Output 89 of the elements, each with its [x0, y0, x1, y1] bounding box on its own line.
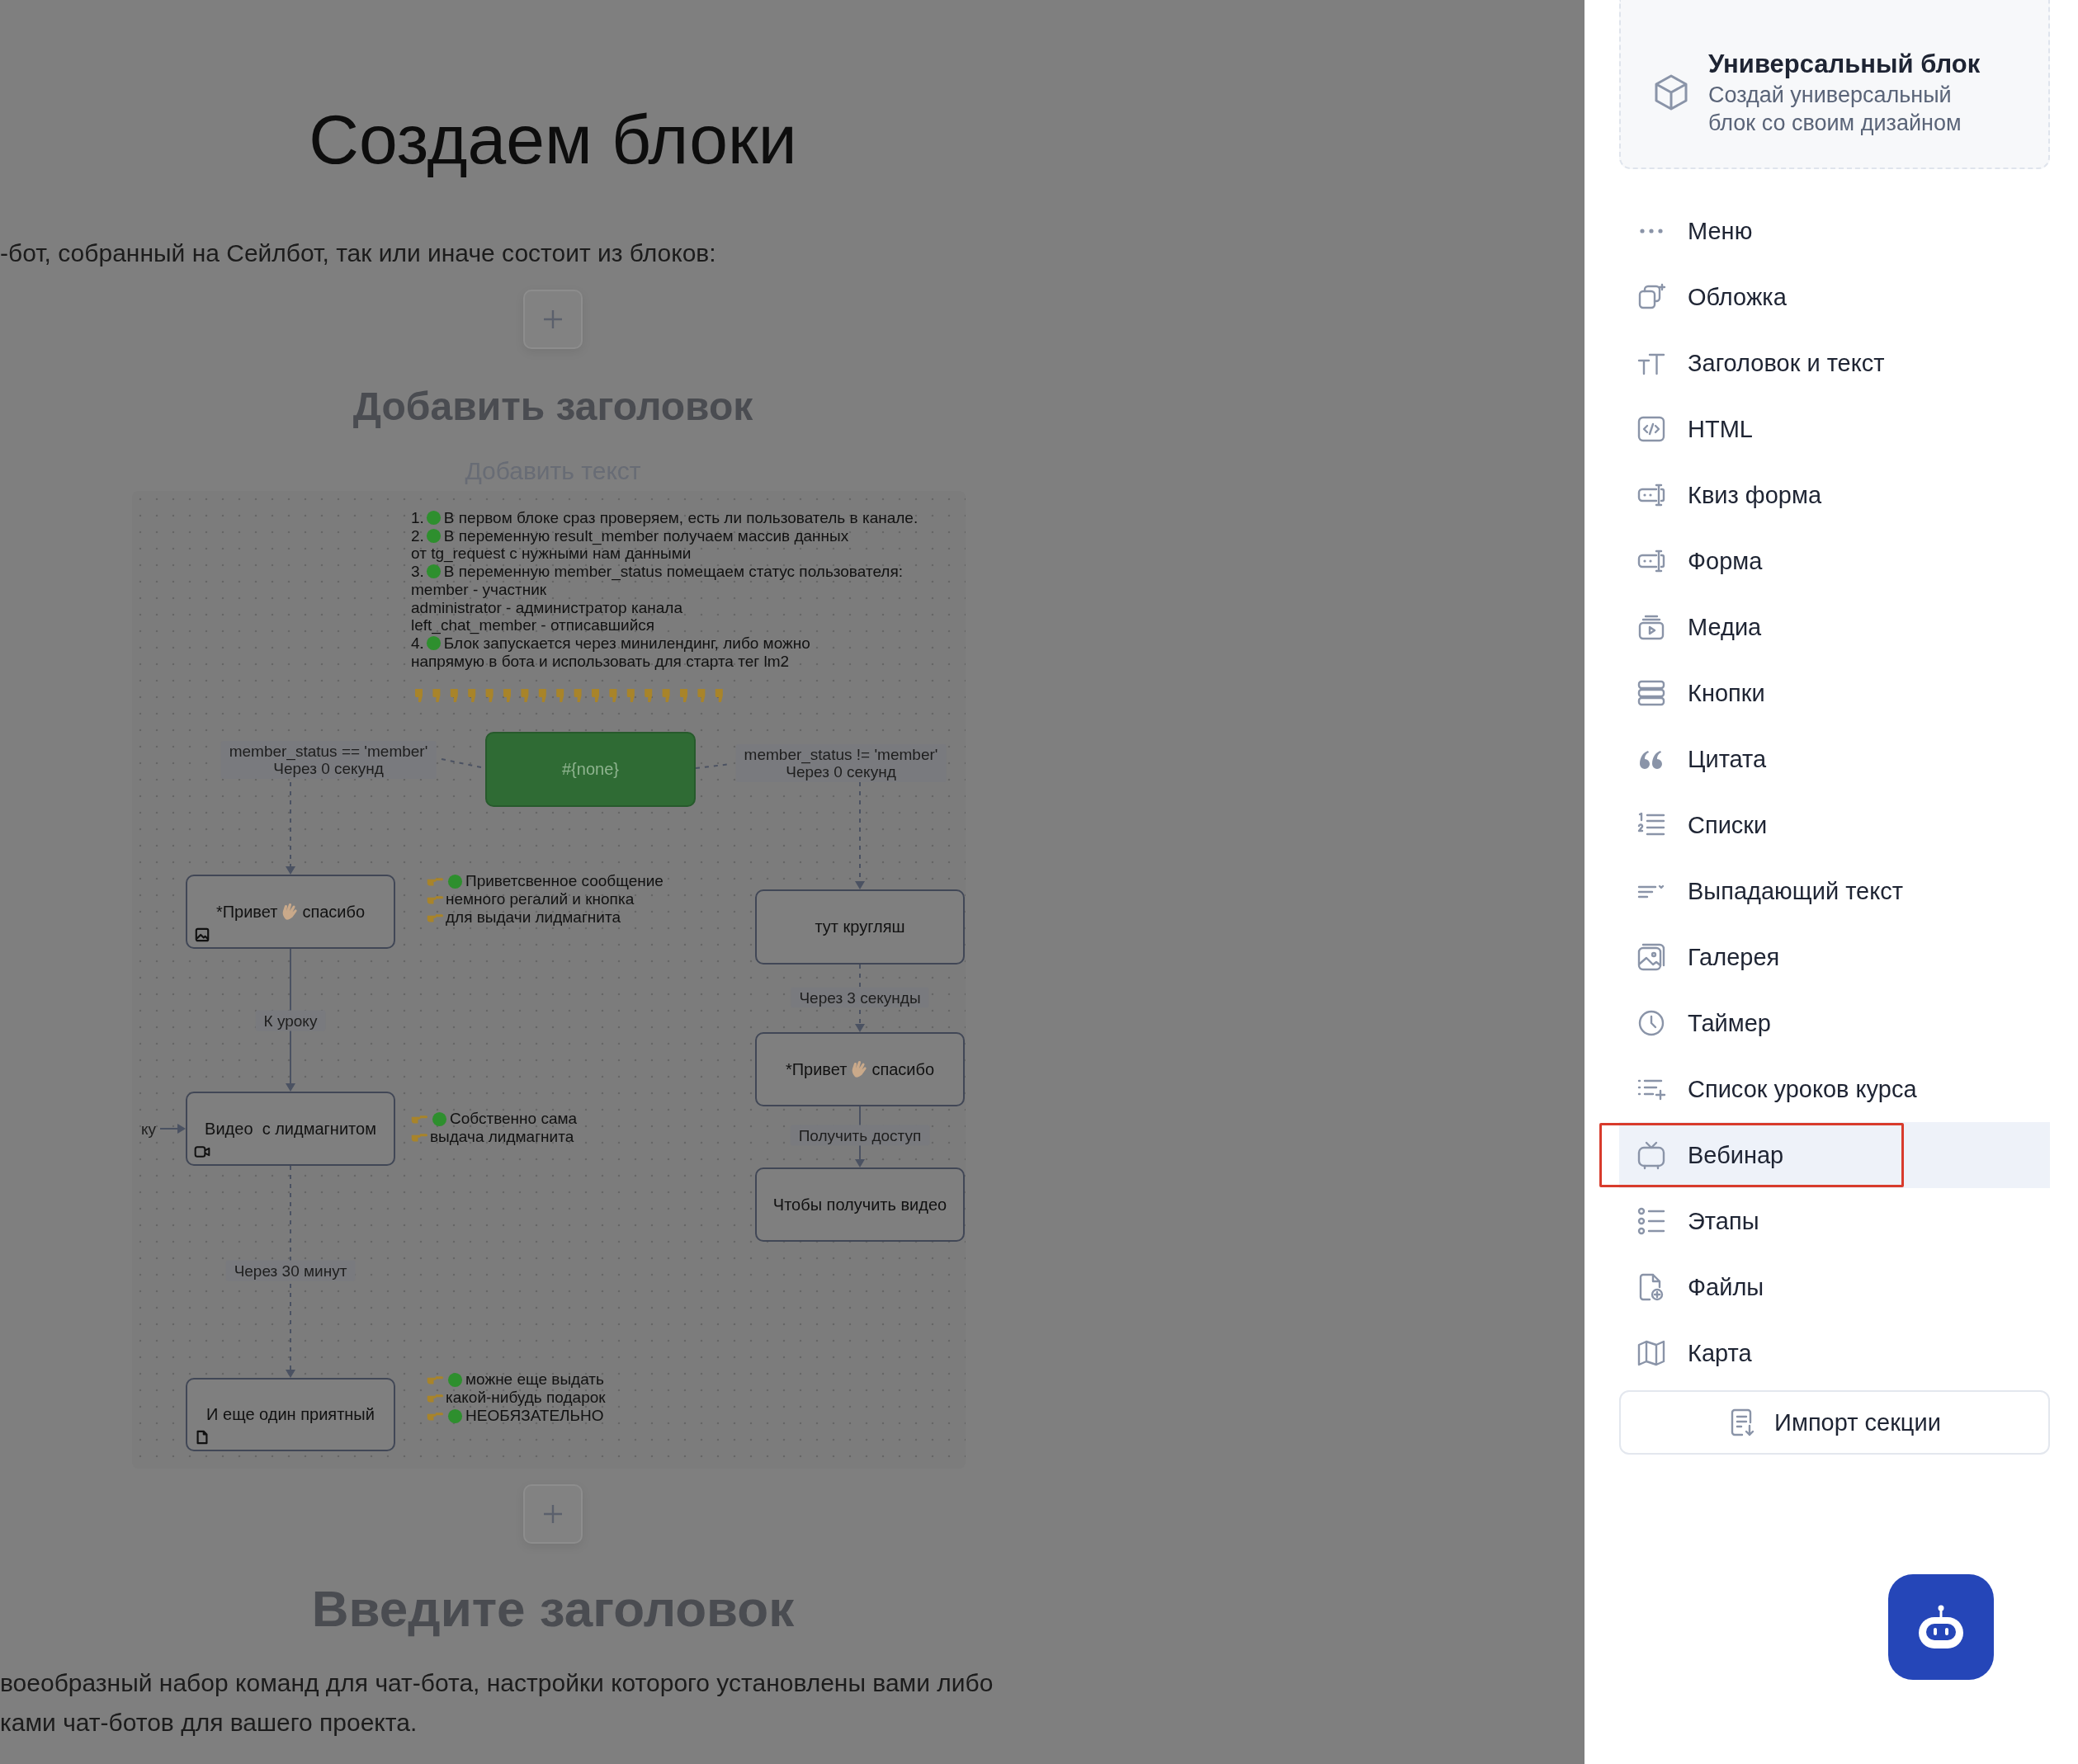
note-text: member - участник — [411, 580, 547, 599]
pointing-hand-icon — [427, 875, 443, 887]
page-title: Создаем блоки — [309, 100, 797, 180]
comment-text: можне еще выдать — [465, 1370, 604, 1389]
card-subtitle: Создай универсальный блок со своим дизайном — [1708, 81, 1962, 137]
sidebar-item[interactable]: Карта — [1619, 1320, 2050, 1386]
note-text: В переменную member_status помещаем статус пользователя: — [443, 563, 903, 581]
message-node[interactable]: Чтобы получить видео — [755, 1167, 965, 1242]
note-text: administrator - администратор канала — [411, 598, 682, 617]
sidebar-item[interactable]: Цитата — [1619, 726, 2050, 792]
video-camera-icon — [194, 1144, 210, 1159]
map-icon — [1636, 1338, 1666, 1368]
stacked-bars-icon — [1636, 678, 1666, 708]
sidebar-item[interactable]: Список уроков курса — [1619, 1056, 2050, 1122]
message-node[interactable]: тут кругляш — [755, 889, 965, 965]
node-text: *Привет — [785, 1059, 848, 1079]
note-text: Блок запускается через минилендинг, либо можно — [443, 634, 810, 653]
comment-text: НЕОБЯЗАТЕЛЬНО — [465, 1407, 604, 1425]
sidebar-item[interactable]: Вебинар — [1619, 1122, 2050, 1188]
pointing-hand-icon — [427, 912, 443, 923]
intro-text: -бот, собранный на Сейлбот, так или иначе состоит из блоков: — [0, 238, 716, 268]
pointing-hand-icon — [411, 1113, 427, 1125]
sidebar-item[interactable]: Этапы — [1619, 1188, 2050, 1254]
chat-bot-button[interactable] — [1888, 1574, 1994, 1680]
message-node[interactable]: Видео с лидмагнитом — [186, 1092, 395, 1166]
comment-text: Приветсвенное сообщение — [465, 872, 664, 890]
paragraph-text: воеобразный набор команд для чат-бота, настройки которого установлены вами либо — [0, 1668, 994, 1698]
sidebar-item[interactable]: Квиз форма — [1619, 462, 2050, 528]
tv-icon — [1636, 1140, 1666, 1170]
sidebar-item[interactable]: Заголовок и текст — [1619, 330, 2050, 396]
plus-icon — [541, 308, 564, 331]
note-text: left_chat_member - отписавшийся — [411, 616, 655, 634]
node-text: тут кругляш — [815, 917, 905, 936]
comment-text: для выдачи лидмагнита — [446, 908, 621, 927]
add-block-button[interactable] — [523, 1484, 583, 1544]
note-text: от tg_request с нужными нам данными — [411, 545, 692, 564]
clock-icon — [1636, 1008, 1666, 1038]
connector-arrow — [159, 1124, 186, 1134]
pointing-hand-icon — [427, 1410, 443, 1422]
sidebar-item[interactable]: Меню — [1619, 198, 2050, 264]
message-node[interactable]: И еще один приятный — [186, 1378, 395, 1451]
pointing-hand-icon — [427, 894, 443, 905]
sidebar-item[interactable]: Списки — [1619, 792, 2050, 858]
pointing-hand-icon — [427, 1374, 443, 1385]
sidebar-item[interactable]: Файлы — [1619, 1254, 2050, 1320]
message-node[interactable]: *Привет спасибо — [186, 875, 395, 949]
plus-icon — [541, 1502, 564, 1526]
import-section-button[interactable]: Импорт секции — [1619, 1390, 2050, 1455]
sidebar-item[interactable]: Таймер — [1619, 990, 2050, 1056]
sidebar-item[interactable]: Медиа — [1619, 594, 2050, 660]
note-number: 2. — [411, 526, 424, 545]
pointing-hand-icon — [411, 1131, 427, 1143]
note-number: 1. — [411, 509, 424, 527]
node-text: И еще один приятный — [206, 1405, 375, 1424]
note-text: В переменную result_member получаем массив данных — [443, 526, 849, 545]
comment-text: выдача лидмагнита — [430, 1128, 574, 1146]
add-block-button[interactable] — [523, 290, 583, 349]
node-text: Видео с лидмагнитом — [205, 1119, 376, 1139]
node-text: спасибо — [871, 1059, 935, 1079]
code-icon — [1636, 414, 1666, 444]
message-node[interactable]: *Привет спасибо — [755, 1032, 965, 1106]
note-text: В первом блоке сраз проверяем, есть ли пользователь в канале. — [443, 509, 919, 527]
node-text: #{none} — [562, 760, 619, 779]
node-text: Чтобы получить видео — [772, 1195, 947, 1215]
note-text: напрямую в бота и использовать для старта тег lm2 — [411, 652, 790, 671]
node-text: *Привет — [215, 902, 278, 922]
card-title: Универсальный блок — [1708, 48, 1981, 80]
comment-text: Собственно сама — [450, 1110, 578, 1128]
comment-text: немного регалий и кнопка — [446, 890, 635, 908]
gallery-icon — [1636, 942, 1666, 972]
sidebar-item[interactable]: Кнопки — [1619, 660, 2050, 726]
node-text: спасибо — [302, 902, 366, 922]
bullet-list-icon — [1636, 1206, 1666, 1236]
edge-label: ку — [141, 1120, 156, 1138]
image-icon — [194, 927, 210, 942]
waving-hand-icon — [281, 903, 300, 921]
sidebar-item[interactable]: Обложка — [1619, 264, 2050, 330]
note-number: 4. — [411, 634, 424, 653]
universal-block-card[interactable]: Универсальный блок Создай универсальный блок со своим дизайном — [1619, 0, 2050, 169]
waving-hand-icon — [850, 1060, 869, 1078]
note-number: 3. — [411, 563, 424, 581]
sidebar-item[interactable]: Форма — [1619, 528, 2050, 594]
edge-label: К уроку — [255, 1010, 326, 1031]
sidebar-item[interactable]: HTML — [1619, 396, 2050, 462]
sidebar-item[interactable]: Выпадающий текст — [1619, 858, 2050, 924]
pointing-hand-icon — [427, 1392, 443, 1403]
paragraph-text: ками чат-ботов для вашего проекта. — [0, 1708, 418, 1738]
comment-text: какой-нибудь подарок — [446, 1389, 606, 1407]
sidebar-item[interactable]: Галерея — [1619, 924, 2050, 990]
